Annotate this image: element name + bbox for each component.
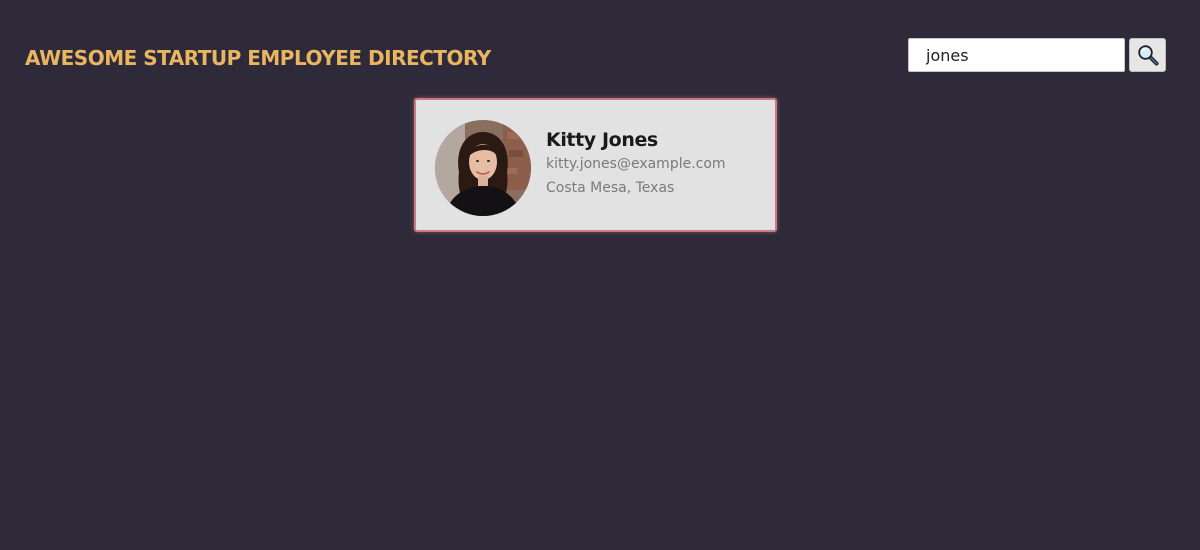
search-button[interactable] — [1129, 38, 1166, 72]
employee-location: Costa Mesa, Texas — [546, 180, 675, 196]
search-input[interactable] — [908, 38, 1125, 72]
employee-name: Kitty Jones — [546, 129, 658, 151]
employee-card[interactable]: Kitty Jones kitty.jones@example.com Cost… — [414, 98, 777, 232]
employee-email: kitty.jones@example.com — [546, 156, 726, 172]
avatar — [435, 120, 531, 216]
employee-info: Kitty Jones kitty.jones@example.com Cost… — [546, 128, 767, 198]
magnifying-glass-icon — [1137, 44, 1159, 66]
page-title: AWESOME STARTUP EMPLOYEE DIRECTORY — [25, 46, 491, 70]
search-form — [908, 38, 1166, 72]
